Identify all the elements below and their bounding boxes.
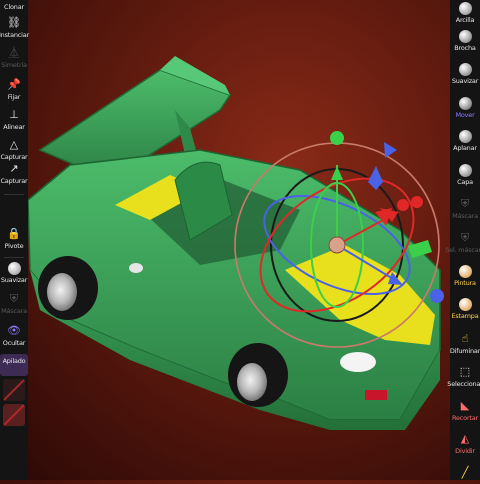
brush-label: Brocha xyxy=(454,43,476,52)
symmetry-label: Simetría xyxy=(1,61,27,69)
fill-swatch[interactable] xyxy=(3,404,25,426)
split-tool[interactable]: ◭ Dividir xyxy=(450,430,480,464)
smooth-tool[interactable]: Suavizar xyxy=(0,260,28,290)
scene-canvas[interactable] xyxy=(0,0,480,480)
clay-sphere-icon xyxy=(458,2,472,15)
layer-label: Capa xyxy=(457,177,473,186)
capture-tool-2[interactable]: ↗ Capturar xyxy=(0,160,28,192)
pivot-label: Pivote xyxy=(4,242,24,250)
paint-sphere-icon xyxy=(458,264,472,278)
instance-tool[interactable]: ⛓ Instanciar xyxy=(0,14,30,44)
instance-label: Instanciar xyxy=(0,31,30,39)
align-icon: ⊥ xyxy=(9,108,19,121)
stamp-sphere-icon xyxy=(458,298,472,312)
clay-tool[interactable]: Arcilla xyxy=(450,0,480,28)
smooth-sphere-icon xyxy=(7,262,21,275)
move-label: Mover xyxy=(455,110,475,119)
pivot-tool[interactable]: 🔒 Pivote xyxy=(0,225,28,255)
layer-sphere-icon xyxy=(458,163,472,177)
line-icon: ╱ xyxy=(461,465,469,479)
line-tool[interactable]: ╱ xyxy=(450,464,480,480)
flatten-label: Aplanar xyxy=(453,144,477,153)
pin-label: Fijar xyxy=(7,93,21,101)
select-box-icon: ⬚ xyxy=(459,365,471,379)
mask-tool[interactable]: ⛨ Máscara xyxy=(0,290,28,322)
align-tool[interactable]: ⊥ Alinear xyxy=(0,106,28,136)
stamp-tool[interactable]: Estampa xyxy=(450,296,480,330)
smooth-sphere-icon xyxy=(458,63,472,77)
smooth-brush-tool[interactable]: Suavizar xyxy=(450,61,480,95)
left-toolbar: Clonar ⛓ Instanciar ⏅ Simetría 📌 Fijar ⊥… xyxy=(0,0,30,480)
move-tool[interactable]: Mover xyxy=(450,95,480,129)
symmetry-icon: ⏅ xyxy=(8,46,20,59)
mask-brush-label: Máscara xyxy=(452,212,478,221)
mask-label: Máscara xyxy=(1,307,27,315)
trim-icon: ◣ xyxy=(460,398,470,412)
trim-tool[interactable]: ◣ Recortar xyxy=(450,397,480,431)
clone-tool[interactable]: Clonar xyxy=(0,0,28,14)
blur-label: Difuminar xyxy=(449,346,480,355)
arrow-up-icon: ↗ xyxy=(9,162,19,175)
flatten-sphere-icon xyxy=(458,130,472,144)
smooth-brush-label: Suavizar xyxy=(451,77,479,86)
pin-tool[interactable]: 📌 Fijar xyxy=(0,76,28,106)
rear-wheel xyxy=(38,256,98,320)
clone-label: Clonar xyxy=(4,3,24,11)
clay-label: Arcilla xyxy=(455,16,475,24)
mask-brush-tool[interactable]: ⛨ Máscara xyxy=(450,195,480,229)
paint-tool[interactable]: Pintura xyxy=(450,263,480,297)
select-mask-label: Sel. máscara xyxy=(445,246,480,255)
stack-label: Apilado xyxy=(2,357,26,365)
layer-tool[interactable]: Capa xyxy=(450,162,480,196)
divider xyxy=(4,194,24,195)
triangle-icon: △ xyxy=(9,138,19,151)
split-icon: ◭ xyxy=(460,432,470,446)
align-label: Alinear xyxy=(3,123,25,131)
front-wheel xyxy=(228,343,288,407)
stack-tool[interactable]: Apilado xyxy=(0,354,28,376)
lock-icon: 🔒 xyxy=(7,227,21,240)
smooth-label: Suavizar xyxy=(0,276,28,284)
brush-tool[interactable]: Brocha xyxy=(450,28,480,62)
right-toolbar: Arcilla Brocha Suavizar Mover Aplanar Ca… xyxy=(445,0,480,480)
move-sphere-icon xyxy=(458,96,472,110)
finger-icon: ☝ xyxy=(461,331,469,345)
link-icon: ⛓ xyxy=(7,16,21,29)
hide-tool[interactable]: 👁 Ocultar xyxy=(0,322,28,354)
paint-label: Pintura xyxy=(454,278,476,287)
select-tool[interactable]: ⬚ Seleccionar xyxy=(447,363,480,397)
capture-label-2: Capturar xyxy=(0,177,28,185)
blur-tool[interactable]: ☝ Difuminar xyxy=(450,330,480,364)
split-label: Dividir xyxy=(455,447,475,456)
shield-icon: ⛨ xyxy=(460,231,470,245)
brush-sphere-icon xyxy=(458,29,472,43)
stamp-label: Estampa xyxy=(451,312,479,321)
stroke-swatch[interactable] xyxy=(3,379,25,401)
eye-icon: 👁 xyxy=(7,324,21,337)
divider xyxy=(4,257,24,258)
shield-icon: ⛨ xyxy=(460,197,470,211)
select-mask-tool[interactable]: ⛨ Sel. máscara xyxy=(445,229,480,263)
symmetry-tool[interactable]: ⏅ Simetría xyxy=(0,44,28,76)
shield-icon: ⛨ xyxy=(9,292,19,305)
3d-viewport[interactable] xyxy=(0,0,480,480)
hide-label: Ocultar xyxy=(2,339,26,347)
flatten-tool[interactable]: Aplanar xyxy=(450,128,480,162)
select-label: Seleccionar xyxy=(447,380,480,389)
pin-icon: 📌 xyxy=(7,78,21,91)
capture-tool-1[interactable]: △ Capturar xyxy=(0,136,28,161)
trim-label: Recortar xyxy=(451,413,479,422)
